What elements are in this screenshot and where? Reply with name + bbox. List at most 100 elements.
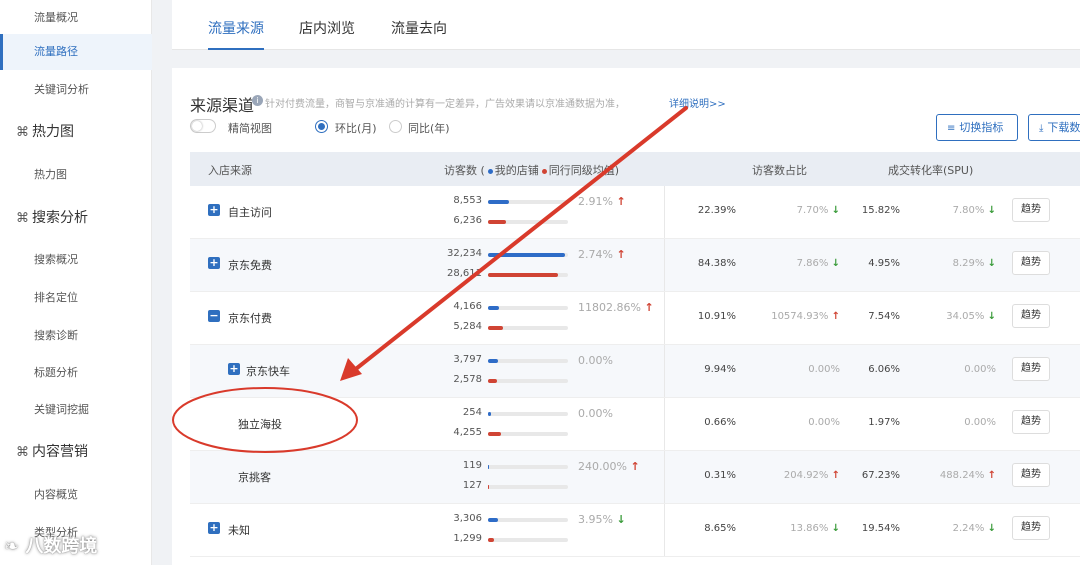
download-label: 下载数 — [1047, 121, 1080, 134]
peer-bar — [488, 485, 489, 489]
visitor-share: 0.31% — [704, 470, 736, 481]
row-source-name: 京东付费 — [228, 312, 272, 325]
visitor-share: 10.91% — [697, 311, 736, 322]
trend-button[interactable]: 趋势 — [1012, 304, 1050, 328]
sidebar-item-8[interactable]: 搜索诊断 — [0, 318, 152, 354]
trend-button[interactable]: 趋势 — [1012, 410, 1050, 434]
share-change-value: 204.92% — [783, 470, 829, 481]
visitor-share: 8.65% — [704, 523, 736, 534]
trend-button[interactable]: 趋势 — [1012, 251, 1050, 275]
my-store-visitors: 3,306 — [453, 513, 482, 524]
peer-bar-track — [488, 538, 568, 542]
sidebar-item-10[interactable]: 关键词挖掘 — [0, 392, 152, 428]
conv-change-value: 2.24% — [952, 523, 985, 534]
sidebar-item-1[interactable]: 流量路径 — [0, 34, 152, 70]
expand-icon[interactable]: + — [208, 257, 220, 269]
my-store-visitors: 119 — [462, 460, 482, 471]
expand-icon[interactable]: + — [208, 522, 220, 534]
row-source-name: 京东快车 — [246, 365, 290, 378]
tab-traffic-source[interactable]: 流量来源 — [208, 18, 264, 50]
column-divider — [664, 239, 665, 291]
collapse-icon[interactable]: − — [208, 310, 220, 322]
visitors-change: 3.95% ↓ — [578, 513, 626, 526]
sidebar-item-12[interactable]: 内容概览 — [0, 477, 152, 513]
my-store-bar-track — [488, 306, 568, 310]
my-store-visitors: 3,797 — [453, 354, 482, 365]
my-store-visitors: 8,553 — [453, 195, 482, 206]
conversion-rate: 67.23% — [861, 470, 900, 481]
tab-traffic-destination[interactable]: 流量去向 — [391, 18, 447, 50]
trend-button[interactable]: 趋势 — [1012, 357, 1050, 381]
sidebar-group-11[interactable]: ⌘ 内容营销 — [0, 434, 152, 470]
sidebar-item-4[interactable]: 热力图 — [0, 157, 152, 193]
info-icon[interactable]: i — [252, 95, 263, 106]
visitors-change: 0.00% — [578, 354, 613, 367]
visitors-change-value: 11802.86% — [578, 301, 641, 314]
switch-metrics-button[interactable]: ≡ 切换指标 — [936, 114, 1018, 141]
detail-link[interactable]: 详细说明>> — [669, 95, 726, 110]
sidebar-group-3[interactable]: ⌘ 热力图 — [0, 114, 152, 150]
share-change-value: 13.86% — [790, 523, 829, 534]
trend-button[interactable]: 趋势 — [1012, 516, 1050, 540]
switch-icon: ≡ — [947, 123, 956, 134]
my-store-visitors: 4,166 — [453, 301, 482, 312]
simple-view-toggle[interactable] — [190, 119, 216, 133]
tab-bar: 流量来源 店内浏览 流量去向 — [172, 0, 1080, 50]
radio-year-on-year[interactable] — [389, 120, 402, 133]
conversion-rate: 19.54% — [861, 523, 900, 534]
expand-icon[interactable]: + — [208, 204, 220, 216]
visitors-change: 2.74% ↑ — [578, 248, 626, 261]
column-divider — [664, 292, 665, 344]
sidebar-item-7[interactable]: 排名定位 — [0, 280, 152, 316]
watermark-logo-icon: ❧ — [4, 536, 20, 557]
column-divider — [664, 398, 665, 450]
conversion-change: 7.80% ↓ — [904, 205, 996, 216]
sidebar-item-9[interactable]: 标题分析 — [0, 355, 152, 391]
sidebar-group-label: 搜索分析 — [32, 210, 88, 226]
column-divider — [664, 504, 665, 556]
table-row: + 自主访问 8,553 6,236 2.91% ↑ 22.39% 7.70% ↓ 15.82… — [190, 186, 1080, 239]
watermark: ❧ 八数跨境 — [4, 532, 97, 558]
peer-bar-track — [488, 273, 568, 277]
sidebar-item-0[interactable]: 流量概况 — [0, 0, 152, 36]
share-change-value: 0.00% — [808, 417, 840, 428]
trend-button[interactable]: 趋势 — [1012, 198, 1050, 222]
tab-in-store-browse[interactable]: 店内浏览 — [299, 18, 355, 50]
search-analysis-icon: ⌘ — [16, 211, 29, 226]
conv-change-value: 8.29% — [952, 258, 985, 269]
sidebar-item-2[interactable]: 关键词分析 — [0, 72, 152, 108]
download-button[interactable]: ⤓ 下载数 — [1028, 114, 1080, 141]
peer-bar-track — [488, 379, 568, 383]
trend-button[interactable]: 趋势 — [1012, 463, 1050, 487]
my-store-bar-track — [488, 359, 568, 363]
conversion-rate: 4.95% — [868, 258, 900, 269]
simple-view-label: 精简视图 — [228, 122, 272, 135]
visitors-change-value: 0.00% — [578, 354, 613, 367]
visitor-share-change: 10574.93% ↑ — [740, 311, 840, 322]
row-source-name: 京东免费 — [228, 259, 272, 272]
sidebar-group-label: 内容营销 — [32, 444, 88, 460]
peer-bar — [488, 326, 504, 330]
panel-title: 来源渠道 — [190, 96, 255, 115]
conversion-rate: 1.97% — [868, 417, 900, 428]
radio-month-on-month[interactable] — [315, 120, 328, 133]
my-store-bar — [488, 200, 509, 204]
sidebar-item-6[interactable]: 搜索概况 — [0, 242, 152, 278]
sidebar-group-5[interactable]: ⌘ 搜索分析 — [0, 200, 152, 236]
my-store-bar — [488, 359, 499, 363]
visitor-share-change: 204.92% ↑ — [740, 470, 840, 481]
my-store-legend-dot — [487, 168, 493, 174]
table-row: 独立海投 254 4,255 0.00% 0.66% 0.00% 1.97% 0.00% 趋势 — [190, 398, 1080, 451]
down-arrow-icon: ↓ — [987, 311, 996, 322]
my-store-bar — [488, 412, 492, 416]
download-icon: ⤓ — [1039, 123, 1044, 134]
my-store-bar-track — [488, 200, 568, 204]
switch-metrics-label: 切换指标 — [959, 121, 1004, 134]
header-source: 入店来源 — [208, 164, 252, 177]
visitor-share-change: 7.70% ↓ — [740, 205, 840, 216]
table-header: 入店来源 访客数 (我的店铺 同行同级均值) 访客数占比 成交转化率(SPU) — [190, 152, 1080, 186]
visitor-share-change: 0.00% — [740, 417, 840, 428]
expand-icon[interactable]: + — [228, 363, 240, 375]
visitors-change-value: 240.00% — [578, 460, 627, 473]
peer-bar-track — [488, 432, 568, 436]
